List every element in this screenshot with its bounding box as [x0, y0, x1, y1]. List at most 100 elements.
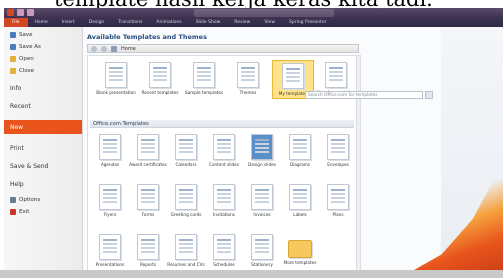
- sidebar-item-help[interactable]: Help: [4, 177, 82, 191]
- tab-file[interactable]: File: [4, 18, 28, 27]
- template-design-slides[interactable]: Design slides: [242, 134, 282, 167]
- sidebar-item-close[interactable]: Close: [4, 66, 82, 76]
- sidebar-item-save-send[interactable]: Save & Send: [4, 159, 82, 173]
- save-icon[interactable]: [17, 9, 24, 16]
- envelope-icon: [327, 134, 349, 160]
- award-icon: [137, 134, 159, 160]
- sidebar-item-info[interactable]: Info: [4, 81, 82, 95]
- undo-icon[interactable]: [27, 9, 34, 16]
- breadcrumb-home[interactable]: Home: [121, 46, 136, 52]
- office-template-search-input[interactable]: Search Office.com for templates: [305, 91, 423, 99]
- tile-label: Blank presentation: [96, 90, 136, 95]
- folder-close-icon: [10, 68, 16, 74]
- template-agendas[interactable]: Agendas: [90, 134, 130, 167]
- presentations-icon: [99, 234, 121, 260]
- forward-arrow-icon[interactable]: [101, 45, 107, 52]
- template-invoices[interactable]: Invoices: [242, 184, 282, 217]
- clock-icon: [149, 62, 171, 88]
- ribbon-tabs: File Home Insert Design Transitions Anim…: [4, 18, 503, 27]
- window-title: [194, 9, 334, 17]
- template-stationery[interactable]: Stationery: [242, 234, 282, 267]
- sidebar-item-label: Info: [10, 84, 22, 92]
- save-as-icon: [10, 44, 16, 50]
- folder-open-icon: [10, 56, 16, 62]
- tile-label: Recent templates: [141, 90, 179, 95]
- tab-view[interactable]: View: [257, 18, 282, 27]
- tab-review[interactable]: Review: [227, 18, 257, 27]
- sidebar-item-recent[interactable]: Recent: [4, 99, 82, 113]
- sidebar-item-save[interactable]: Save: [4, 30, 82, 40]
- template-blank-presentation[interactable]: Blank presentation: [96, 62, 136, 95]
- templates-pane: Blank presentation Recent templates Samp…: [87, 55, 361, 278]
- tab-spring-presenter[interactable]: Spring Presenter: [282, 18, 333, 27]
- template-plans[interactable]: Plans: [318, 184, 358, 217]
- sidebar-item-save-as[interactable]: Save As: [4, 42, 82, 52]
- tile-label: Presentations: [95, 262, 125, 267]
- tile-label: Stationery: [251, 262, 273, 267]
- title-bar: [4, 8, 503, 18]
- invitation-icon: [213, 184, 235, 210]
- template-forms[interactable]: Forms: [128, 184, 168, 217]
- new-presentation-panel: Available Templates and Themes Home Blan…: [83, 27, 503, 278]
- vertical-scrollbar[interactable]: [356, 56, 360, 278]
- powerpoint-logo-icon: [7, 9, 14, 16]
- sidebar-item-label: Print: [10, 144, 24, 152]
- tab-design[interactable]: Design: [82, 18, 112, 27]
- exit-icon: [10, 209, 16, 215]
- template-reports[interactable]: Reports: [128, 234, 168, 267]
- template-presentations[interactable]: Presentations: [90, 234, 130, 267]
- back-arrow-icon[interactable]: [91, 45, 97, 52]
- template-more-templates[interactable]: More templates: [280, 234, 320, 265]
- template-themes[interactable]: Themes: [228, 62, 268, 95]
- tab-animations[interactable]: Animations: [149, 18, 188, 27]
- template-content-slides[interactable]: Content slides: [204, 134, 244, 167]
- sidebar-item-print[interactable]: Print: [4, 141, 82, 155]
- tab-transitions[interactable]: Transitions: [111, 18, 149, 27]
- greeting-card-icon: [175, 184, 197, 210]
- template-resumes-cvs[interactable]: Resumes and CVs: [166, 234, 206, 267]
- sidebar-item-new[interactable]: New: [4, 120, 82, 134]
- sidebar-item-open[interactable]: Open: [4, 54, 82, 64]
- sidebar-item-options[interactable]: Options: [4, 195, 82, 205]
- bottom-strip: [0, 270, 503, 278]
- template-sample[interactable]: Sample templates: [184, 62, 224, 95]
- tile-label: Invoices: [253, 212, 271, 217]
- stationery-icon: [251, 234, 273, 260]
- tab-home[interactable]: Home: [28, 18, 55, 27]
- tab-insert[interactable]: Insert: [55, 18, 82, 27]
- diagrams-icon: [289, 134, 311, 160]
- tile-label: Sample templates: [184, 90, 224, 95]
- tab-slide-show[interactable]: Slide Show: [189, 18, 228, 27]
- home-icon[interactable]: [111, 45, 117, 52]
- template-schedules[interactable]: Schedules: [204, 234, 244, 267]
- sidebar-item-label: Recent: [10, 102, 31, 110]
- tile-label: Reports: [139, 262, 157, 267]
- search-arrow-icon[interactable]: [425, 91, 433, 99]
- template-flyers[interactable]: Flyers: [90, 184, 130, 217]
- template-recent[interactable]: Recent templates: [140, 62, 180, 95]
- tile-label: Calendars: [175, 162, 197, 167]
- sidebar-item-label: Close: [19, 68, 34, 74]
- sidebar-item-exit[interactable]: Exit: [4, 207, 82, 217]
- tile-label: Flyers: [103, 212, 117, 217]
- my-templates-icon: [282, 63, 304, 89]
- template-award-certificates[interactable]: Award certificates: [128, 134, 168, 167]
- template-labels[interactable]: Labels: [280, 184, 320, 217]
- tile-label: Greeting cards: [170, 212, 202, 217]
- template-calendars[interactable]: Calendars: [166, 134, 206, 167]
- sidebar-item-label: Exit: [19, 209, 30, 215]
- page-title: Available Templates and Themes: [87, 33, 207, 41]
- template-greeting-cards[interactable]: Greeting cards: [166, 184, 206, 217]
- folder-icon: [288, 240, 312, 258]
- agendas-icon: [99, 134, 121, 160]
- tile-label: Schedules: [213, 262, 235, 267]
- template-invitations[interactable]: Invitations: [204, 184, 244, 217]
- template-diagrams[interactable]: Diagrams: [280, 134, 320, 167]
- resume-icon: [175, 234, 197, 260]
- template-envelopes[interactable]: Envelopes: [318, 134, 358, 167]
- forms-icon: [137, 184, 159, 210]
- sidebar-item-label: Save: [19, 32, 33, 38]
- options-icon: [10, 197, 16, 203]
- powerpoint-window: File Home Insert Design Transitions Anim…: [4, 8, 503, 278]
- tile-label: Agendas: [100, 162, 120, 167]
